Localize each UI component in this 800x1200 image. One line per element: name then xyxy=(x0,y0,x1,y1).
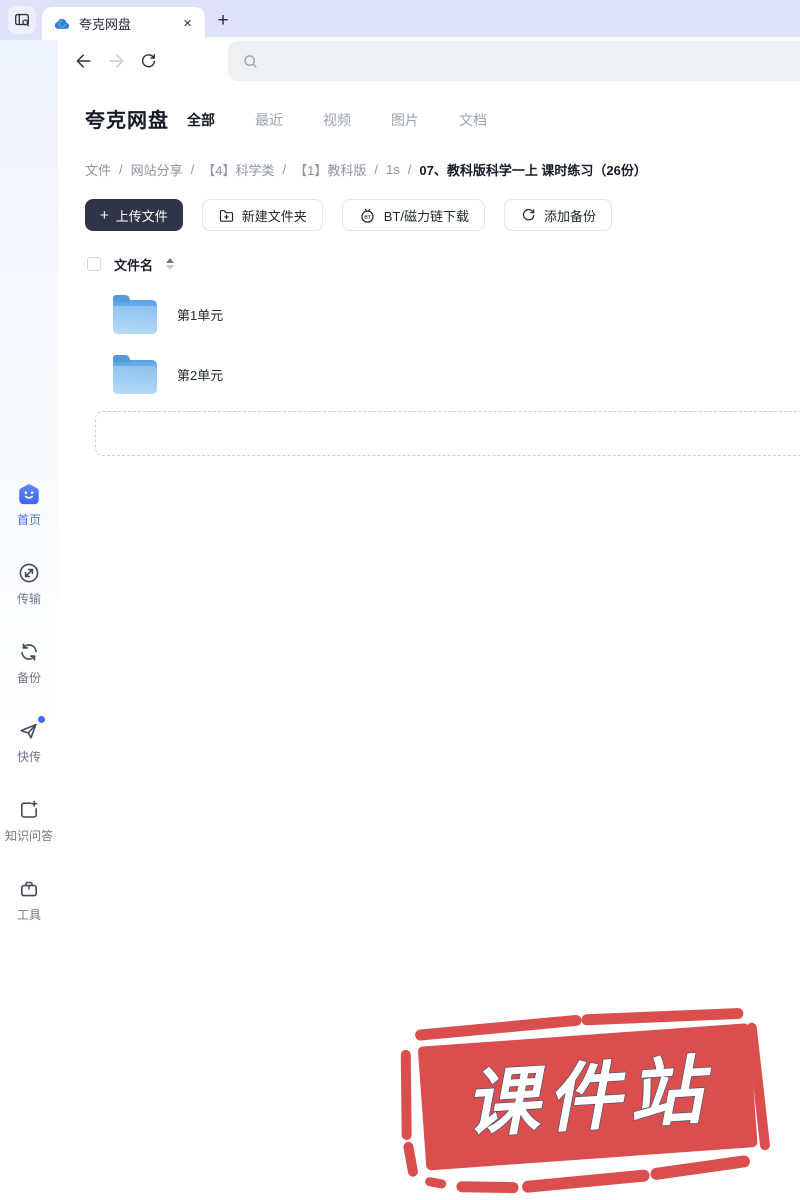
upload-file-button[interactable]: + 上传文件 xyxy=(85,199,183,231)
breadcrumb-separator: / xyxy=(407,162,412,177)
new-tab-button[interactable]: + xyxy=(210,8,236,34)
file-name: 第2单元 xyxy=(177,367,224,383)
add-backup-label: 添加备份 xyxy=(544,208,597,224)
bt-download-label: BT/磁力链下载 xyxy=(383,208,470,224)
sidebar-label-knowledge-qa: 知识问答 xyxy=(4,829,53,843)
watermark-text: 课件站 xyxy=(462,1048,716,1146)
tab-close-icon[interactable]: × xyxy=(181,14,194,33)
tab-images[interactable]: 图片 xyxy=(391,110,419,130)
select-all-checkbox[interactable] xyxy=(87,257,101,271)
breadcrumb-edition[interactable]: 【1】教科版 xyxy=(294,160,366,179)
breadcrumb-1s[interactable]: 1s xyxy=(386,162,400,177)
sidebar-item-quick-send[interactable]: 快传 xyxy=(16,716,45,765)
sidebar-item-home[interactable]: 首页 xyxy=(16,481,42,528)
sidebar-item-backup[interactable]: 备份 xyxy=(16,639,42,686)
add-backup-icon xyxy=(523,208,535,220)
new-folder-button[interactable]: 新建文件夹 xyxy=(201,199,323,231)
tab-docs[interactable]: 文档 xyxy=(459,110,487,130)
forward-button[interactable] xyxy=(106,51,126,71)
sidebar-item-transfer[interactable]: 传输 xyxy=(16,560,42,607)
breadcrumb-current: 07、教科版科学一上 课时练习（26份） xyxy=(419,163,647,178)
sidebar-label-home: 首页 xyxy=(16,513,41,527)
new-folder-icon xyxy=(219,209,233,222)
breadcrumb-site-share[interactable]: 网站分享 xyxy=(131,160,183,179)
workspace-search-button[interactable] xyxy=(8,6,36,34)
watermark-stamp: 课件站 xyxy=(390,997,783,1200)
view-tabs: 全部 最近 视频 图片 文档 xyxy=(187,110,487,130)
sidebar-item-tools[interactable]: 工具 xyxy=(16,876,42,923)
refresh-icon xyxy=(141,53,155,67)
add-backup-button[interactable]: 添加备份 xyxy=(504,199,613,231)
toolbox-icon xyxy=(16,876,42,902)
browser-navbar xyxy=(58,40,800,82)
bt-download-icon: BT xyxy=(361,208,374,223)
folder-icon xyxy=(113,355,157,394)
search-icon xyxy=(244,54,257,68)
tab-recent[interactable]: 最近 xyxy=(255,110,283,130)
sort-asc-icon xyxy=(166,258,175,263)
sidebar-label-backup: 备份 xyxy=(16,671,41,685)
svg-text:BT: BT xyxy=(364,214,371,220)
sort-toggle[interactable] xyxy=(166,258,175,270)
tab-title: 夸克网盘 xyxy=(79,17,132,32)
file-name: 第1单元 xyxy=(177,307,224,323)
forward-arrow-icon xyxy=(109,54,124,68)
filename-column-header: 文件名 xyxy=(114,257,154,273)
sidebar-label-transfer: 传输 xyxy=(16,592,41,606)
file-row-unit1[interactable]: 第1单元 xyxy=(58,284,794,344)
breadcrumb-science[interactable]: 【4】科学类 xyxy=(202,160,274,179)
sidebar-item-knowledge-qa[interactable]: 知识问答 xyxy=(5,797,53,844)
transfer-icon xyxy=(16,560,42,586)
home-icon xyxy=(16,481,42,507)
breadcrumb-separator: / xyxy=(119,162,123,177)
sidebar-label-quick-send: 快传 xyxy=(16,750,41,764)
browser-tab[interactable]: 夸克网盘 × xyxy=(42,7,205,40)
toolbar: + 上传文件 新建文件夹 BT BT/磁力链下载 添加备份 xyxy=(85,199,613,231)
plus-icon: + xyxy=(100,206,109,224)
quark-drive-page: 夸克网盘 × + 首页 传输 备份 快传 知识问答 工具 夸克网盘 全部 最近 … xyxy=(0,0,800,1200)
breadcrumb-separator: / xyxy=(374,162,378,177)
bt-magnet-download-button[interactable]: BT BT/磁力链下载 xyxy=(341,199,486,231)
upload-file-label: 上传文件 xyxy=(115,208,168,224)
file-list-header: 文件名 xyxy=(87,255,175,273)
browser-tabstrip: 夸克网盘 × + xyxy=(0,0,800,40)
breadcrumb-separator: / xyxy=(282,162,287,177)
page-title: 夸克网盘 xyxy=(85,110,169,132)
back-arrow-icon xyxy=(76,54,91,68)
new-folder-label: 新建文件夹 xyxy=(241,208,307,224)
breadcrumb-separator: / xyxy=(190,162,195,177)
folder-icon xyxy=(113,295,157,334)
back-button[interactable] xyxy=(74,51,94,71)
sidebar-label-tools: 工具 xyxy=(16,908,41,922)
quark-logo-icon xyxy=(54,18,70,29)
tab-videos[interactable]: 视频 xyxy=(323,110,351,130)
refresh-button[interactable] xyxy=(138,51,158,71)
sort-desc-icon xyxy=(166,265,175,270)
app-sidebar: 首页 传输 备份 快传 知识问答 工具 xyxy=(0,40,58,1200)
breadcrumb-files[interactable]: 文件 xyxy=(85,160,111,179)
backup-sync-icon xyxy=(16,639,42,665)
upload-dropzone[interactable] xyxy=(95,411,800,456)
address-search-bar[interactable] xyxy=(228,41,800,81)
notification-dot xyxy=(38,716,45,723)
workspace-search-icon xyxy=(15,13,30,27)
knowledge-qa-icon xyxy=(16,797,42,823)
tab-all[interactable]: 全部 xyxy=(187,110,215,130)
paper-plane-icon xyxy=(16,716,45,744)
sidebar-items: 首页 传输 备份 快传 知识问答 工具 xyxy=(0,481,58,923)
file-row-unit2[interactable]: 第2单元 xyxy=(58,344,794,404)
breadcrumb: 文件 / 网站分享 / 【4】科学类 / 【1】教科版 / 1s / 07、教科… xyxy=(85,160,647,179)
